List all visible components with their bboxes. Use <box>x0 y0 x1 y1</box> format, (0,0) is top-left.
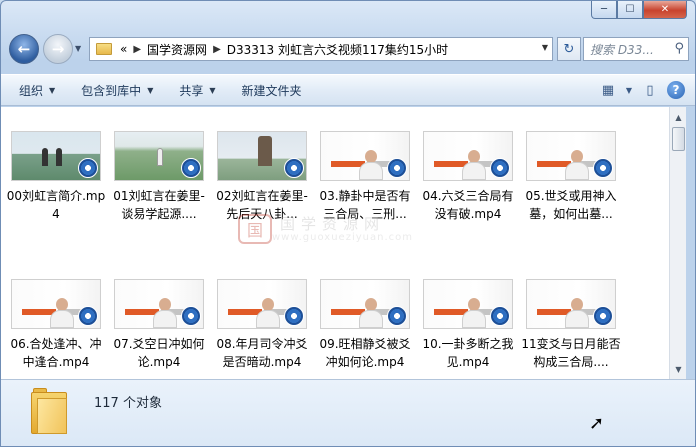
file-item[interactable]: 09.旺相静爻被爻冲如何论.mp4 <box>315 279 415 371</box>
chevron-down-icon: ▼ <box>209 85 216 95</box>
share-label: 共享 <box>179 83 204 98</box>
file-name: 05.世爻或用神入墓，如何出墓... <box>525 189 617 221</box>
command-bar: 组织 ▼ 包含到库中 ▼ 共享 ▼ 新建文件夹 ▦ ▼ ▯ ? <box>1 74 695 106</box>
forward-button[interactable]: → <box>43 34 73 64</box>
file-item[interactable]: 10.一卦多断之我见.mp4 <box>418 279 518 371</box>
include-in-library-menu[interactable]: 包含到库中 ▼ <box>81 82 153 99</box>
video-file-icon <box>284 306 304 326</box>
video-thumbnail <box>526 279 616 329</box>
video-thumbnail <box>320 279 410 329</box>
video-thumbnail <box>11 131 101 181</box>
search-input[interactable]: 搜索 D33... ⚲ <box>583 37 689 61</box>
item-count: 117 个对象 <box>94 396 162 411</box>
video-thumbnail <box>423 131 513 181</box>
new-folder-button[interactable]: 新建文件夹 <box>242 82 302 99</box>
video-file-icon <box>78 158 98 178</box>
file-name: 06.合处逢冲、冲中逢合.mp4 <box>10 337 102 369</box>
watermark-text-block: 国学资源网 www.guoxueziyuan.com <box>272 216 413 243</box>
video-thumbnail <box>11 279 101 329</box>
file-name: 00刘虹言简介.mp4 <box>6 189 106 221</box>
view-dropdown-icon[interactable]: ▼ <box>625 81 633 99</box>
breadcrumb-current-folder[interactable]: D33313 刘虹言六爻视频117集约15小时 <box>227 41 448 58</box>
toolbar-right: ▦ ▼ ▯ ? <box>599 81 685 99</box>
file-name: 10.一卦多断之我见.mp4 <box>422 337 514 369</box>
search-icon[interactable]: ⚲ <box>674 41 684 56</box>
view-options-icon[interactable]: ▦ <box>599 81 617 99</box>
file-item[interactable]: 00刘虹言简介.mp4 <box>6 131 106 223</box>
scroll-down-icon[interactable]: ▼ <box>671 361 686 377</box>
help-icon[interactable]: ? <box>667 81 685 99</box>
refresh-button[interactable]: ↻ <box>557 37 581 61</box>
video-file-icon <box>593 306 613 326</box>
watermark-logo: 国 <box>238 214 272 244</box>
watermark: 国 国学资源网 www.guoxueziyuan.com <box>238 214 413 244</box>
navigation-bar: ← → ▼ « ▶ 国学资源网 ▶ D33313 刘虹言六爻视频117集约15小… <box>9 34 689 66</box>
video-thumbnail <box>423 279 513 329</box>
video-thumbnail <box>320 131 410 181</box>
video-file-icon <box>387 158 407 178</box>
file-item[interactable]: 07.爻空日冲如何论.mp4 <box>109 279 209 371</box>
scrollbar-thumb[interactable] <box>672 127 685 151</box>
video-file-icon <box>181 306 201 326</box>
video-file-icon <box>490 158 510 178</box>
file-item[interactable]: 11变爻与日月能否构成三合局.... <box>521 279 621 371</box>
breadcrumb-guoxue[interactable]: 国学资源网 <box>147 41 207 58</box>
file-name: 11变爻与日月能否构成三合局.... <box>521 337 621 369</box>
chevron-down-icon: ▼ <box>49 85 56 95</box>
address-dropdown-icon[interactable]: ▼ <box>542 43 548 52</box>
include-in-library-label: 包含到库中 <box>81 83 142 98</box>
video-file-icon <box>490 306 510 326</box>
chevron-down-icon: ▼ <box>147 85 154 95</box>
file-name: 09.旺相静爻被爻冲如何论.mp4 <box>319 337 411 369</box>
mouse-cursor-icon: ➚ <box>589 413 605 434</box>
folder-icon <box>96 43 112 55</box>
back-button[interactable]: ← <box>9 34 39 64</box>
video-thumbnail <box>526 131 616 181</box>
video-file-icon <box>284 158 304 178</box>
video-file-icon <box>387 306 407 326</box>
file-item[interactable]: 01刘虹言在姜里-谈易学起源.... <box>109 131 209 223</box>
breadcrumb-separator-icon[interactable]: ▶ <box>133 44 141 55</box>
file-name: 04.六爻三合局有没有破.mp4 <box>422 189 514 221</box>
video-file-icon <box>181 158 201 178</box>
breadcrumb-overflow[interactable]: « <box>120 42 127 56</box>
file-item[interactable]: 05.世爻或用神入墓，如何出墓... <box>521 131 621 223</box>
file-name: 01刘虹言在姜里-谈易学起源.... <box>113 189 205 221</box>
minimize-button[interactable]: ─ <box>591 1 617 19</box>
video-thumbnail <box>114 131 204 181</box>
search-placeholder: 搜索 D33... <box>590 42 654 57</box>
watermark-text: 国学资源网 <box>280 214 386 233</box>
recent-pages-dropdown-icon[interactable]: ▼ <box>75 44 81 53</box>
maximize-button[interactable]: ☐ <box>617 1 643 19</box>
video-file-icon <box>593 158 613 178</box>
video-thumbnail <box>114 279 204 329</box>
share-menu[interactable]: 共享 ▼ <box>179 82 215 99</box>
scroll-up-icon[interactable]: ▲ <box>671 109 686 125</box>
preview-pane-icon[interactable]: ▯ <box>641 81 659 99</box>
file-name: 07.爻空日冲如何论.mp4 <box>113 337 205 369</box>
video-thumbnail <box>217 279 307 329</box>
folder-icon <box>31 388 67 434</box>
file-item[interactable]: 06.合处逢冲、冲中逢合.mp4 <box>6 279 106 371</box>
video-thumbnail <box>217 131 307 181</box>
file-item[interactable]: 04.六爻三合局有没有破.mp4 <box>418 131 518 223</box>
vertical-scrollbar[interactable]: ▲ ▼ <box>669 107 686 379</box>
file-name: 08.年月司令冲爻是否暗动.mp4 <box>216 337 308 369</box>
caption-buttons: ─ ☐ ✕ <box>591 1 687 19</box>
address-bar[interactable]: « ▶ 国学资源网 ▶ D33313 刘虹言六爻视频117集约15小时 ▼ <box>89 37 553 61</box>
file-item[interactable]: 08.年月司令冲爻是否暗动.mp4 <box>212 279 312 371</box>
video-file-icon <box>78 306 98 326</box>
close-button[interactable]: ✕ <box>643 1 687 19</box>
new-folder-label: 新建文件夹 <box>241 83 302 98</box>
refresh-icon: ↻ <box>563 41 575 57</box>
file-item[interactable]: 02刘虹言在姜里-先后天八卦... <box>212 131 312 223</box>
explorer-window: ─ ☐ ✕ ← → ▼ « ▶ 国学资源网 ▶ D33313 刘虹言六爻视频11… <box>0 0 696 447</box>
breadcrumb-separator-icon[interactable]: ▶ <box>213 44 221 55</box>
watermark-url: www.guoxueziyuan.com <box>272 231 413 243</box>
file-item[interactable]: 03.静卦中是否有三合局、三刑... <box>315 131 415 223</box>
organize-menu[interactable]: 组织 ▼ <box>19 82 55 99</box>
organize-label: 组织 <box>19 83 44 98</box>
